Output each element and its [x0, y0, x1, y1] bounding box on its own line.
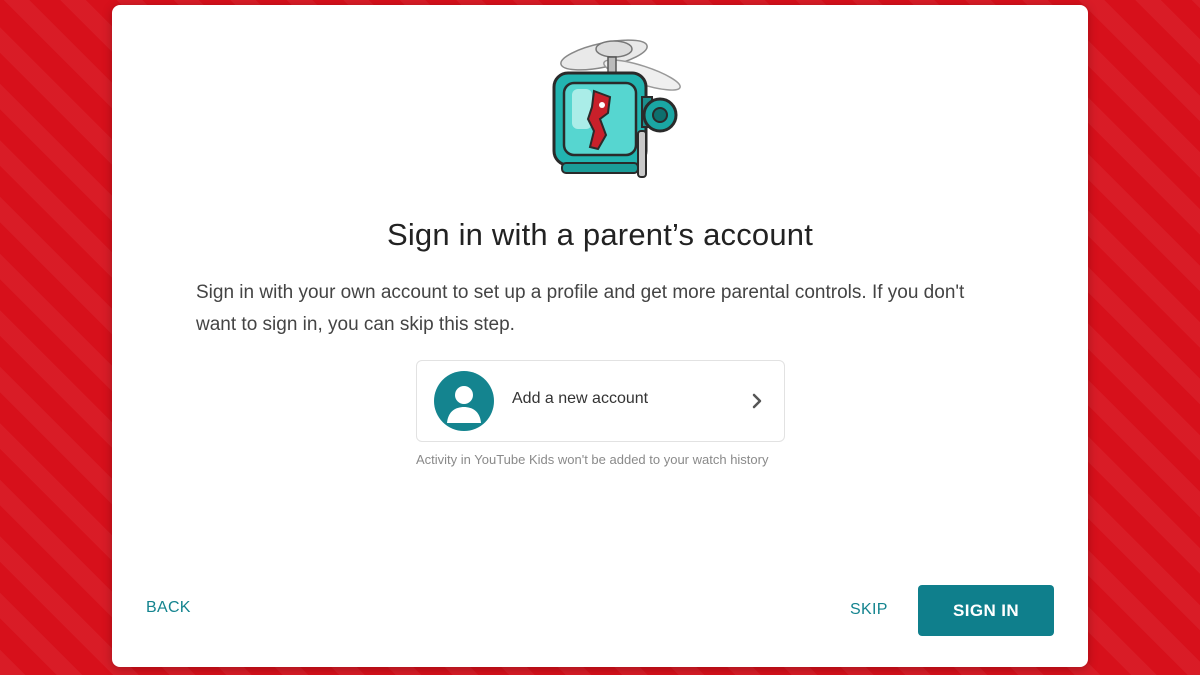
back-button[interactable]: BACK: [146, 599, 191, 617]
dialog-description: Sign in with your own account to set up …: [196, 282, 965, 335]
activity-note: Activity in YouTube Kids won't be added …: [416, 452, 769, 467]
sign-in-button[interactable]: SIGN IN: [918, 585, 1054, 636]
robot-helicopter-icon: [552, 39, 681, 178]
person-avatar-icon: [434, 371, 494, 431]
skip-button[interactable]: SKIP: [850, 601, 888, 619]
chevron-right-icon: [752, 393, 762, 409]
add-account-option[interactable]: Add a new account: [416, 360, 785, 442]
add-account-label: Add a new account: [512, 390, 649, 407]
sign-in-dialog: Sign in with a parent’s account Sign in …: [112, 5, 1088, 667]
dialog-title: Sign in with a parent’s account: [386, 217, 814, 252]
